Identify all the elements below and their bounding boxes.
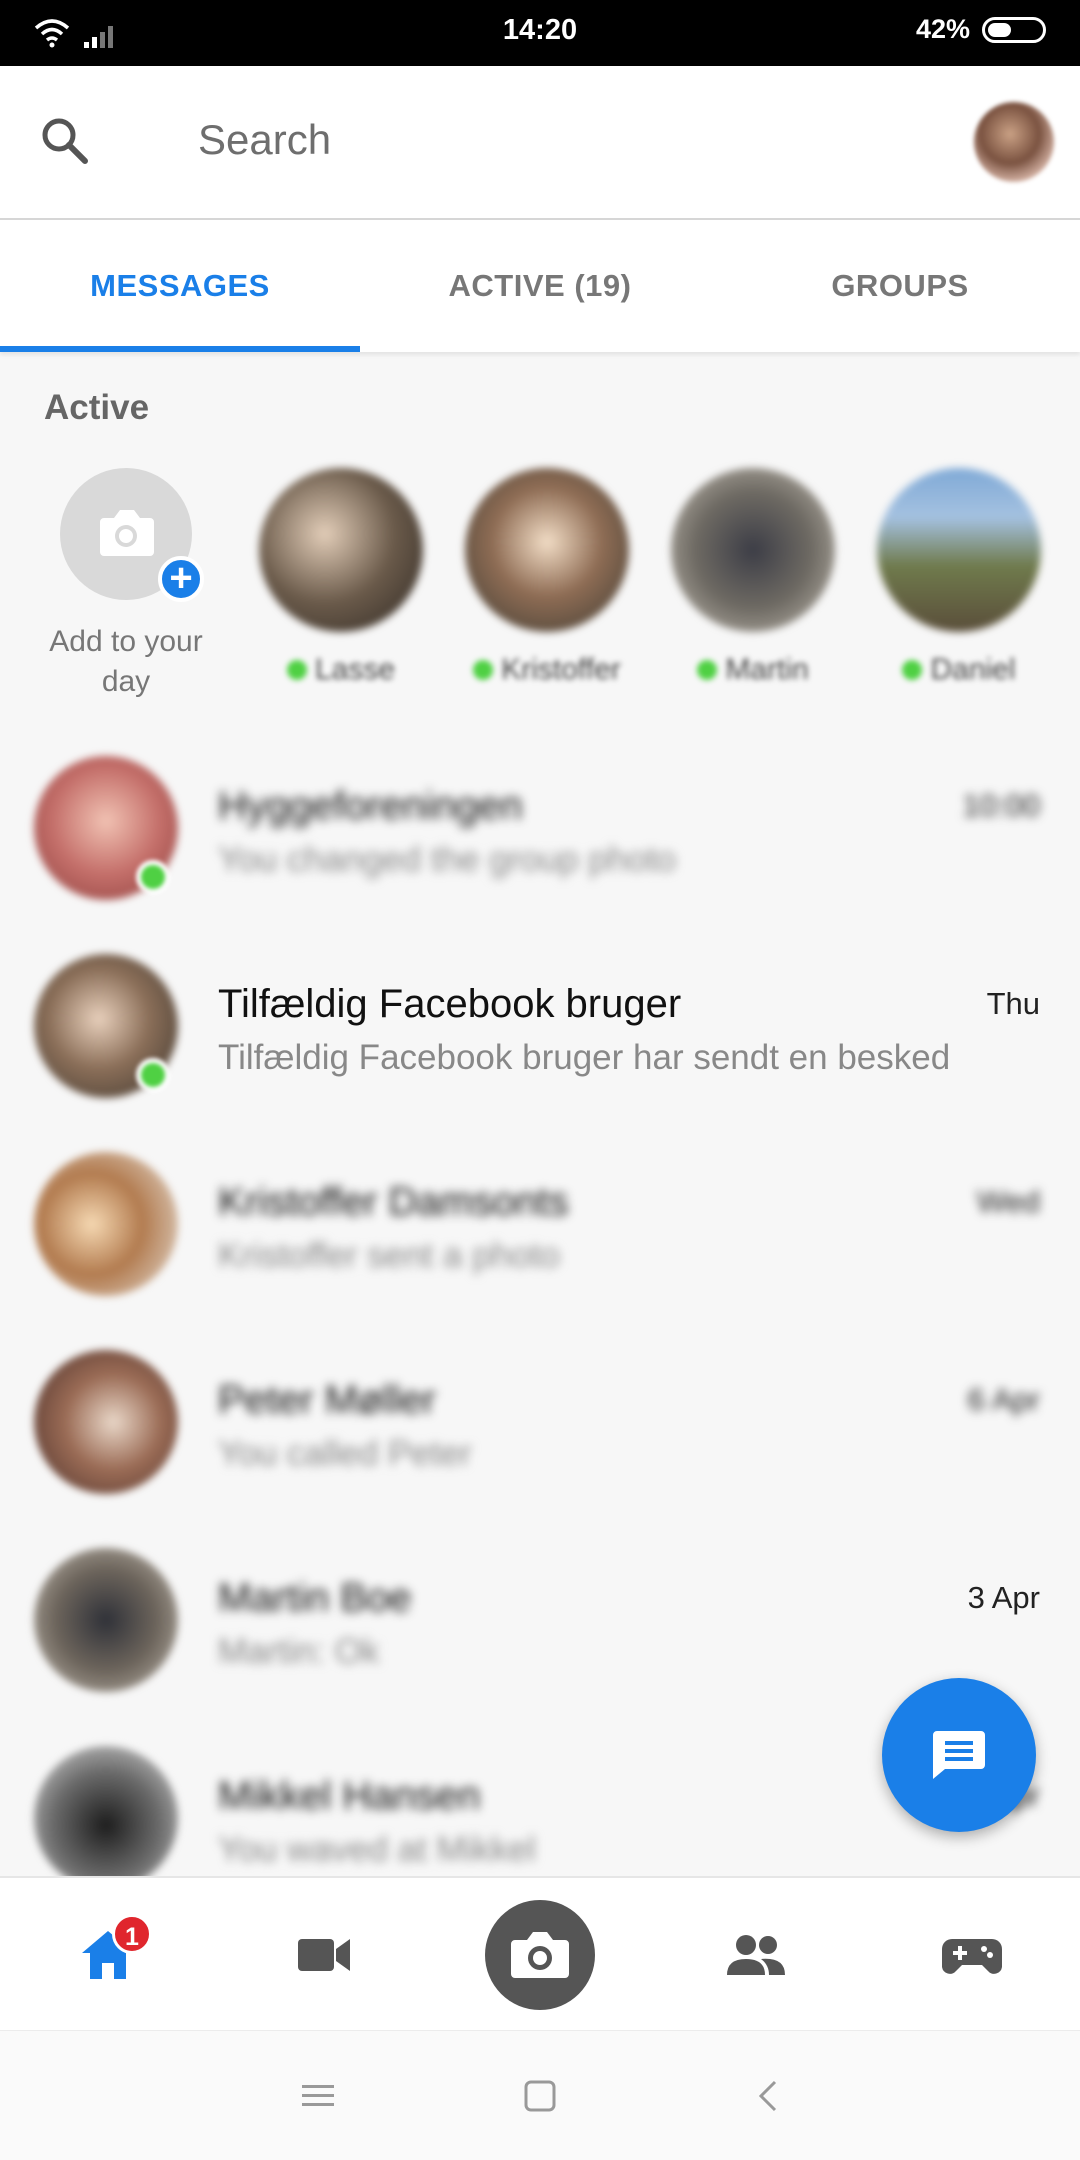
avatar [465,468,629,632]
conversation-row[interactable]: Tilfældig Facebook bruger Tilfældig Face… [0,910,1080,1108]
online-indicator [286,660,307,680]
nav-home[interactable]: 1 [0,1878,216,2032]
back-chevron-icon [758,2080,777,2112]
nav-people[interactable] [648,1878,864,2032]
conversation-snippet: Martin: Ok [218,1632,380,1671]
online-indicator [473,660,494,680]
video-icon [298,1939,350,1971]
conversation-name: Hyggeforeningen [218,784,523,828]
new-message-button[interactable] [882,1678,1036,1832]
tab-groups[interactable]: GROUPS [720,220,1080,352]
conversation-row[interactable]: Martin Boe Martin: Ok 3 Apr [0,1504,1080,1702]
avatar [259,468,423,632]
conversation-time: 6 Apr [967,1382,1040,1417]
back-button[interactable] [708,2031,828,2160]
conversation-row[interactable]: Peter Møller You called Peter 6 Apr [0,1306,1080,1504]
square-icon [524,2080,556,2112]
camera-button [485,1900,595,2010]
conversation-name: Tilfældig Facebook bruger [218,982,682,1026]
search-input[interactable]: Search [198,116,331,164]
menu-button[interactable] [258,2031,378,2160]
battery-icon [982,16,1046,43]
tab-active[interactable]: ACTIVE (19) [360,220,720,352]
conversation-snippet: Tilfældig Facebook bruger har sendt en b… [218,1038,951,1077]
bottom-navigation: 1 [0,1876,1080,2030]
online-indicator [136,1058,170,1092]
games-icon [942,1939,1002,1974]
nav-video[interactable] [216,1878,432,2032]
active-section-title: Active [44,388,150,427]
profile-avatar[interactable] [974,102,1054,182]
tab-messages[interactable]: MESSAGES [0,220,360,352]
conversation-time: 3 Apr [967,1580,1040,1615]
search-icon[interactable] [38,114,92,168]
conversation-time: 10:00 [962,788,1040,823]
avatar [34,1746,178,1890]
avatar [671,468,835,632]
online-indicator [697,660,718,680]
add-story-label: Add to your day [49,625,203,698]
avatar [34,1548,178,1692]
camera-placeholder: + [60,468,204,602]
conversation-name: Kristoffer Damsonts [218,1180,569,1224]
chat-bubble-icon [933,1731,985,1779]
battery-percent: 42% [915,14,970,44]
conversation-snippet: You changed the group photo [218,840,677,879]
menu-icon [302,2085,334,2106]
active-user[interactable]: Lasse [256,468,426,688]
active-user[interactable]: Kristoffer [462,468,632,688]
active-tab-indicator [0,346,360,352]
conversation-name: Martin Boe [218,1576,412,1620]
plus-icon: + [158,556,204,602]
conversation-row[interactable]: Kristoffer Damsonts Kristoffer sent a ph… [0,1108,1080,1306]
camera-icon [511,1932,569,1978]
home-button[interactable] [480,2031,600,2160]
conversation-time: Wed [976,1184,1040,1219]
conversation-name: Peter Møller [218,1378,436,1422]
online-indicator [902,660,923,680]
conversation-snippet: Kristoffer sent a photo [218,1236,560,1275]
active-user[interactable]: Martin [668,468,838,688]
tab-bar: MESSAGES ACTIVE (19) GROUPS [0,220,1080,352]
avatar [34,1152,178,1296]
system-navigation [0,2030,1080,2160]
add-story-button[interactable]: + Add to your day [40,468,212,702]
conversation-time: Thu [986,986,1040,1021]
people-icon [727,1935,785,1975]
notification-badge: 1 [112,1914,152,1954]
status-bar: 14:20 42% [0,0,1080,66]
conversation-name: Mikkel Hansen [218,1774,481,1818]
nav-camera[interactable] [432,1878,648,2032]
online-indicator [136,860,170,894]
active-user[interactable]: Daniel [874,468,1044,688]
avatar [34,1350,178,1494]
conversation-snippet: You called Peter [218,1434,472,1473]
conversation-row[interactable]: Hyggeforeningen You changed the group ph… [0,712,1080,910]
nav-games[interactable] [864,1878,1080,2032]
conversation-snippet: You waved at Mikkel [218,1830,536,1869]
search-header: Search [0,66,1080,220]
avatar [877,468,1041,632]
